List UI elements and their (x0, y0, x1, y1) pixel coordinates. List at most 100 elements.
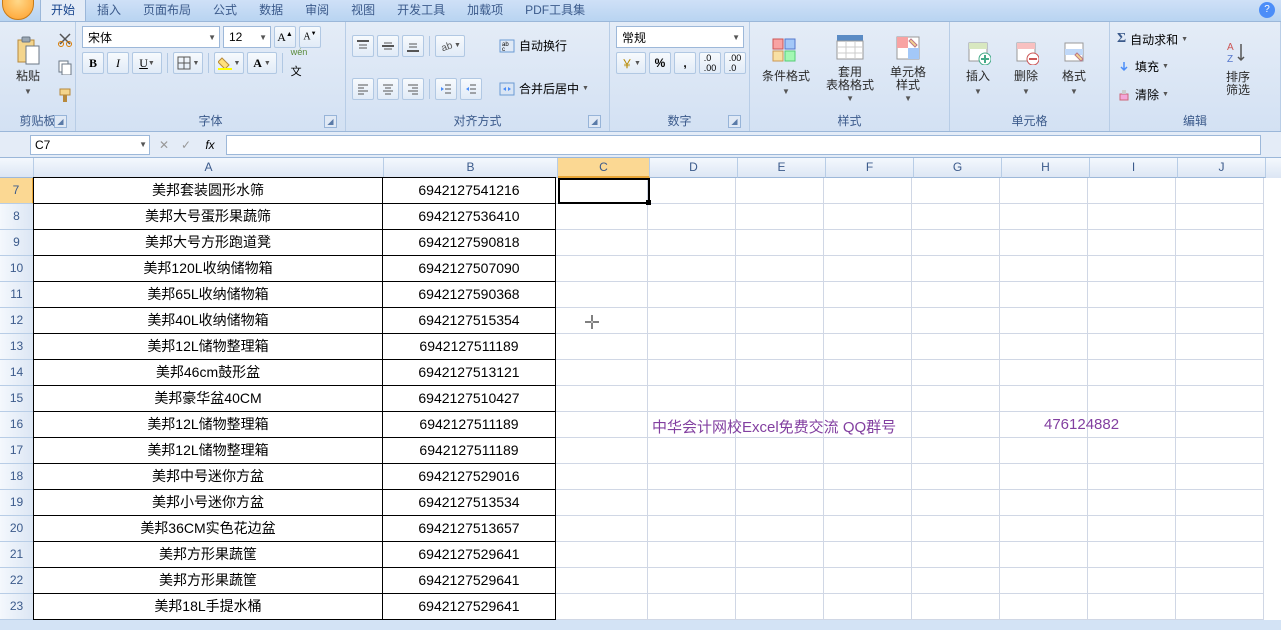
wrap-text-button[interactable]: abc自动换行 (494, 35, 590, 57)
cell[interactable] (824, 360, 912, 386)
row-header[interactable]: 11 (0, 282, 34, 308)
cell[interactable] (736, 256, 824, 282)
autosum-button[interactable]: Σ自动求和▼ (1116, 28, 1212, 50)
cell[interactable]: 6942127529641 (382, 593, 556, 620)
cell[interactable] (1000, 360, 1088, 386)
cell[interactable] (1176, 464, 1264, 490)
cell[interactable] (1088, 464, 1176, 490)
cell[interactable] (824, 178, 912, 204)
row-header[interactable]: 12 (0, 308, 34, 334)
cell[interactable] (912, 282, 1000, 308)
cell[interactable] (824, 282, 912, 308)
office-button[interactable] (2, 0, 34, 20)
cell[interactable] (556, 412, 648, 438)
align-center-button[interactable] (377, 78, 399, 100)
align-right-button[interactable] (402, 78, 424, 100)
cell[interactable] (1176, 438, 1264, 464)
cell[interactable] (1000, 282, 1088, 308)
row-header[interactable]: 22 (0, 568, 34, 594)
cell[interactable] (736, 360, 824, 386)
cell[interactable] (1088, 334, 1176, 360)
row-header[interactable]: 8 (0, 204, 34, 230)
cell[interactable] (648, 256, 736, 282)
underline-button[interactable]: U ▼ (132, 52, 162, 74)
cell-styles-button[interactable]: 单元格 样式▼ (884, 26, 932, 108)
font-launcher[interactable]: ◢ (324, 115, 337, 128)
delete-cells-button[interactable]: 删除▼ (1004, 26, 1048, 108)
cell[interactable] (1000, 594, 1088, 620)
cell[interactable] (1088, 594, 1176, 620)
align-left-button[interactable] (352, 78, 374, 100)
cell[interactable]: 6942127529016 (382, 463, 556, 490)
sort-filter-button[interactable]: AZ排序 筛选 (1216, 26, 1260, 108)
cell[interactable] (648, 360, 736, 386)
cell[interactable]: 6942127590368 (382, 281, 556, 308)
cell[interactable] (648, 490, 736, 516)
cell[interactable] (736, 490, 824, 516)
cell[interactable] (736, 594, 824, 620)
cell[interactable] (556, 386, 648, 412)
cell[interactable]: 6942127536410 (382, 203, 556, 230)
row-header[interactable]: 21 (0, 542, 34, 568)
row-header[interactable]: 14 (0, 360, 34, 386)
cell[interactable] (1088, 516, 1176, 542)
cell[interactable] (912, 464, 1000, 490)
row-header[interactable]: 18 (0, 464, 34, 490)
cell[interactable] (648, 282, 736, 308)
cell[interactable] (648, 178, 736, 204)
cell[interactable] (1088, 542, 1176, 568)
cell[interactable] (648, 464, 736, 490)
fx-confirm[interactable]: ✓ (176, 134, 196, 156)
cell[interactable] (1088, 282, 1176, 308)
cell[interactable] (556, 308, 648, 334)
name-box[interactable]: C7▼ (30, 135, 150, 155)
cut-button[interactable] (54, 28, 76, 50)
fill-color-button[interactable]: ▼ (214, 52, 244, 74)
formula-input[interactable] (226, 135, 1261, 155)
cell[interactable] (1000, 334, 1088, 360)
select-all-corner[interactable] (0, 158, 34, 178)
cell[interactable] (912, 334, 1000, 360)
cell[interactable] (1176, 516, 1264, 542)
cell[interactable] (1088, 308, 1176, 334)
cell[interactable] (736, 438, 824, 464)
cell[interactable] (648, 438, 736, 464)
cell[interactable] (736, 282, 824, 308)
font-family-combo[interactable]: 宋体▼ (82, 26, 220, 48)
cell[interactable] (1000, 568, 1088, 594)
cell[interactable] (1176, 334, 1264, 360)
tab-0[interactable]: 开始 (40, 0, 86, 21)
align-top-button[interactable] (352, 35, 374, 57)
cell[interactable] (1088, 360, 1176, 386)
increase-decimal-button[interactable]: .0.00 (699, 52, 721, 74)
cell[interactable] (1000, 178, 1088, 204)
cell[interactable] (556, 204, 648, 230)
format-painter-button[interactable] (54, 84, 76, 106)
cell[interactable]: 美邦36CM实色花边盆 (33, 515, 383, 542)
cell[interactable] (736, 542, 824, 568)
cell[interactable]: 6942127513657 (382, 515, 556, 542)
cell[interactable] (648, 542, 736, 568)
cell[interactable] (824, 542, 912, 568)
cell[interactable] (556, 516, 648, 542)
cell[interactable]: 美邦120L收纳储物箱 (33, 255, 383, 282)
cell[interactable] (1000, 386, 1088, 412)
cell[interactable] (1176, 386, 1264, 412)
row-header[interactable]: 19 (0, 490, 34, 516)
paste-button[interactable]: 粘贴▼ (6, 26, 50, 108)
comma-button[interactable]: , (674, 52, 696, 74)
cell[interactable]: 美邦12L储物整理箱 (33, 411, 383, 438)
tab-9[interactable]: PDF工具集 (514, 0, 596, 21)
cell[interactable] (556, 256, 648, 282)
cell[interactable]: 美邦小号迷你方盆 (33, 489, 383, 516)
cell[interactable] (556, 542, 648, 568)
cell[interactable] (1176, 412, 1264, 438)
cell[interactable]: 6942127529641 (382, 541, 556, 568)
cell[interactable] (824, 204, 912, 230)
row-header[interactable]: 16 (0, 412, 34, 438)
clear-button[interactable]: 清除▼ (1116, 84, 1188, 106)
cell[interactable] (1176, 542, 1264, 568)
cell[interactable] (912, 386, 1000, 412)
font-color-button[interactable]: A▼ (247, 52, 277, 74)
cell[interactable] (824, 594, 912, 620)
